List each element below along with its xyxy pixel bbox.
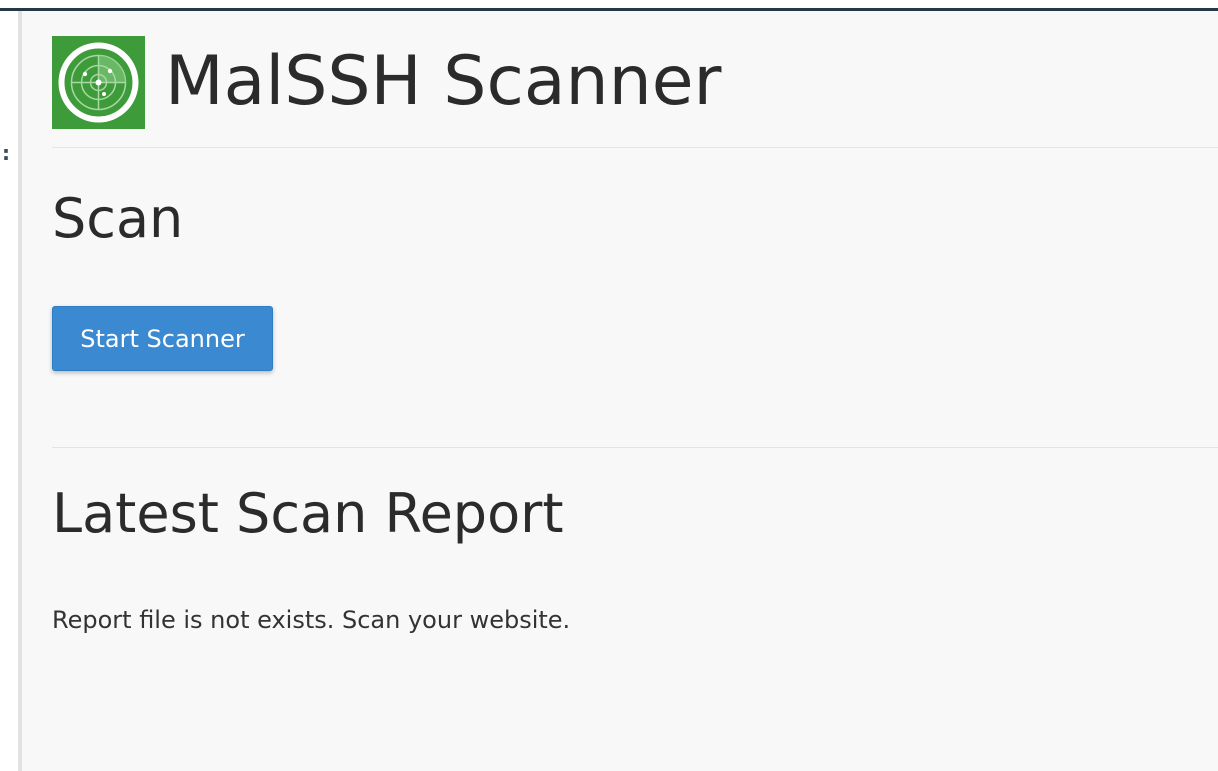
header-divider [52,147,1218,148]
report-status-message: Report file is not exists. Scan your web… [52,606,571,634]
start-scanner-button[interactable]: Start Scanner [52,306,273,371]
left-gutter: : [0,11,18,771]
section-divider [52,447,1218,448]
cropped-edge-glyph: : [2,141,10,165]
app-header: MalSSH Scanner [52,35,722,129]
scan-section-title: Scan [52,187,184,250]
app-title: MalSSH Scanner [165,42,722,121]
radar-icon [58,42,139,122]
top-border [0,0,1218,11]
report-section-title: Latest Scan Report [52,482,564,545]
app-logo [52,35,145,129]
main-content: MalSSH Scanner Scan Start Scanner Latest… [22,11,1218,771]
